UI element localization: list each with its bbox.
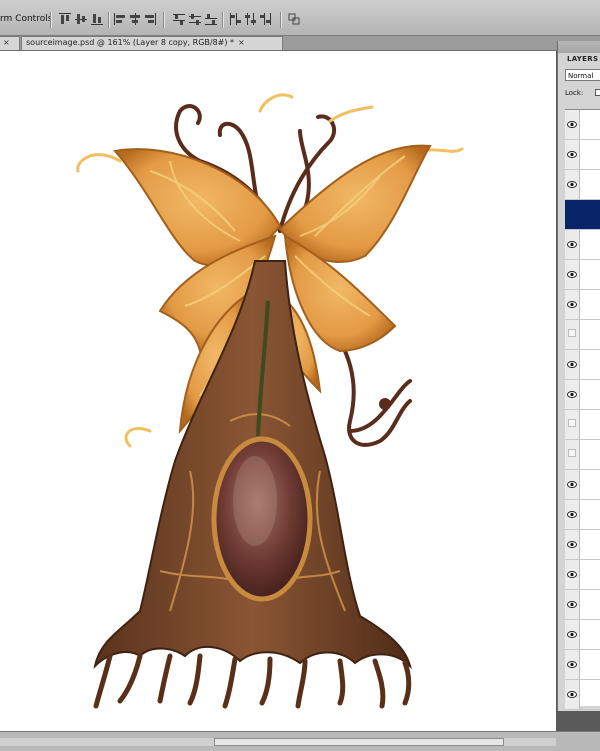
layer-row[interactable]	[565, 470, 600, 500]
eye-icon	[567, 181, 577, 188]
horizontal-scrollbar[interactable]	[0, 738, 556, 746]
mandrake-artwork	[76, 93, 464, 709]
visibility-toggle[interactable]	[565, 680, 580, 709]
tab-label: sourceimage.psd @ 161% (Layer 8 copy, RG…	[26, 38, 235, 47]
transform-controls-label: rm Controls	[0, 14, 53, 24]
visibility-toggle[interactable]	[565, 170, 580, 199]
distribute-vertical-centers-icon[interactable]	[188, 12, 202, 26]
document-canvas[interactable]	[0, 51, 556, 731]
visibility-toggle[interactable]	[565, 140, 580, 169]
layer-row[interactable]	[565, 410, 600, 440]
distribute-top-icon[interactable]	[172, 12, 186, 26]
layer-row[interactable]	[565, 140, 600, 170]
eye-icon	[567, 511, 577, 518]
layer-row[interactable]	[565, 530, 600, 560]
distribute-left-icon[interactable]	[228, 12, 242, 26]
close-icon[interactable]: ×	[238, 38, 245, 47]
visibility-toggle[interactable]	[565, 230, 580, 259]
eye-icon	[567, 301, 577, 308]
toolbar-separator	[108, 12, 110, 28]
distribute-bottom-icon[interactable]	[204, 12, 218, 26]
visibility-toggle[interactable]	[565, 500, 580, 529]
align-vertical-centers-icon[interactable]	[74, 12, 88, 26]
hidden-layer-icon	[568, 329, 576, 337]
lock-label: Lock:	[565, 89, 584, 97]
distribute-right-icon[interactable]	[258, 12, 272, 26]
align-left-edges-icon[interactable]	[113, 12, 127, 26]
eye-icon	[567, 691, 577, 698]
layer-row[interactable]	[565, 170, 600, 200]
roots	[93, 653, 412, 709]
toolbar-separator	[280, 12, 282, 28]
visibility-toggle[interactable]	[565, 620, 580, 649]
scrollbar-thumb[interactable]	[214, 738, 504, 746]
layers-panel: LAYERS Normal Lock:	[557, 41, 600, 711]
auto-align-layers-icon[interactable]	[287, 12, 301, 26]
layer-row[interactable]	[565, 290, 600, 320]
visibility-toggle[interactable]	[565, 290, 580, 319]
visibility-toggle[interactable]	[565, 470, 580, 499]
options-bar: rm Controls	[0, 0, 600, 36]
status-strip	[0, 731, 600, 751]
eye-icon	[567, 661, 577, 668]
visibility-toggle[interactable]	[565, 200, 580, 229]
eye-icon	[567, 391, 577, 398]
eye-icon	[567, 151, 577, 158]
layer-row[interactable]	[565, 200, 600, 230]
visibility-toggle[interactable]	[565, 110, 580, 139]
hidden-layer-icon	[568, 419, 576, 427]
align-top-edges-icon[interactable]	[58, 12, 72, 26]
lock-transparent-pixels-checkbox[interactable]	[595, 89, 600, 96]
eye-icon	[567, 541, 577, 548]
layer-row[interactable]	[565, 620, 600, 650]
close-icon[interactable]: ×	[3, 38, 10, 47]
visibility-toggle[interactable]	[565, 380, 580, 409]
layer-row[interactable]	[565, 500, 600, 530]
align-horizontal-centers-icon[interactable]	[128, 12, 142, 26]
document-tab-previous[interactable]: ×	[0, 36, 20, 50]
visibility-toggle[interactable]	[565, 440, 580, 469]
document-tab-bar: × sourceimage.psd @ 161% (Layer 8 copy, …	[0, 36, 600, 51]
visibility-toggle[interactable]	[565, 320, 580, 349]
layer-row[interactable]	[565, 320, 600, 350]
layer-row[interactable]	[565, 680, 600, 710]
visibility-toggle[interactable]	[565, 350, 580, 379]
toolbar-separator	[222, 12, 224, 28]
panel-title: LAYERS	[567, 55, 599, 63]
layer-row[interactable]	[565, 650, 600, 680]
eye-icon	[567, 631, 577, 638]
visibility-toggle[interactable]	[565, 650, 580, 679]
eye-icon	[567, 481, 577, 488]
visibility-toggle[interactable]	[565, 530, 580, 559]
distribute-horizontal-centers-icon[interactable]	[243, 12, 257, 26]
toolbar-separator	[50, 12, 52, 28]
layer-row[interactable]	[565, 350, 600, 380]
layer-row[interactable]	[565, 380, 600, 410]
eye-icon	[567, 121, 577, 128]
eye-icon	[567, 601, 577, 608]
toolbar-separator	[163, 12, 165, 28]
align-bottom-edges-icon[interactable]	[90, 12, 104, 26]
document-tab-sourceimage[interactable]: sourceimage.psd @ 161% (Layer 8 copy, RG…	[21, 36, 283, 50]
layer-row[interactable]	[565, 590, 600, 620]
layer-row[interactable]	[565, 230, 600, 260]
align-right-edges-icon[interactable]	[143, 12, 157, 26]
layer-row[interactable]	[565, 440, 600, 470]
eye-icon	[567, 361, 577, 368]
eye-icon	[567, 571, 577, 578]
eye-icon	[567, 271, 577, 278]
visibility-toggle[interactable]	[565, 560, 580, 589]
panel-header[interactable]	[558, 41, 600, 53]
layer-row[interactable]	[565, 260, 600, 290]
visibility-toggle[interactable]	[565, 410, 580, 439]
visibility-toggle[interactable]	[565, 260, 580, 289]
hidden-layer-icon	[568, 449, 576, 457]
layer-row[interactable]	[565, 560, 600, 590]
layer-list[interactable]	[565, 109, 600, 710]
visibility-toggle[interactable]	[565, 590, 580, 619]
eye-icon	[567, 241, 577, 248]
blend-mode-select[interactable]: Normal	[565, 69, 600, 81]
layer-row[interactable]	[565, 110, 600, 140]
